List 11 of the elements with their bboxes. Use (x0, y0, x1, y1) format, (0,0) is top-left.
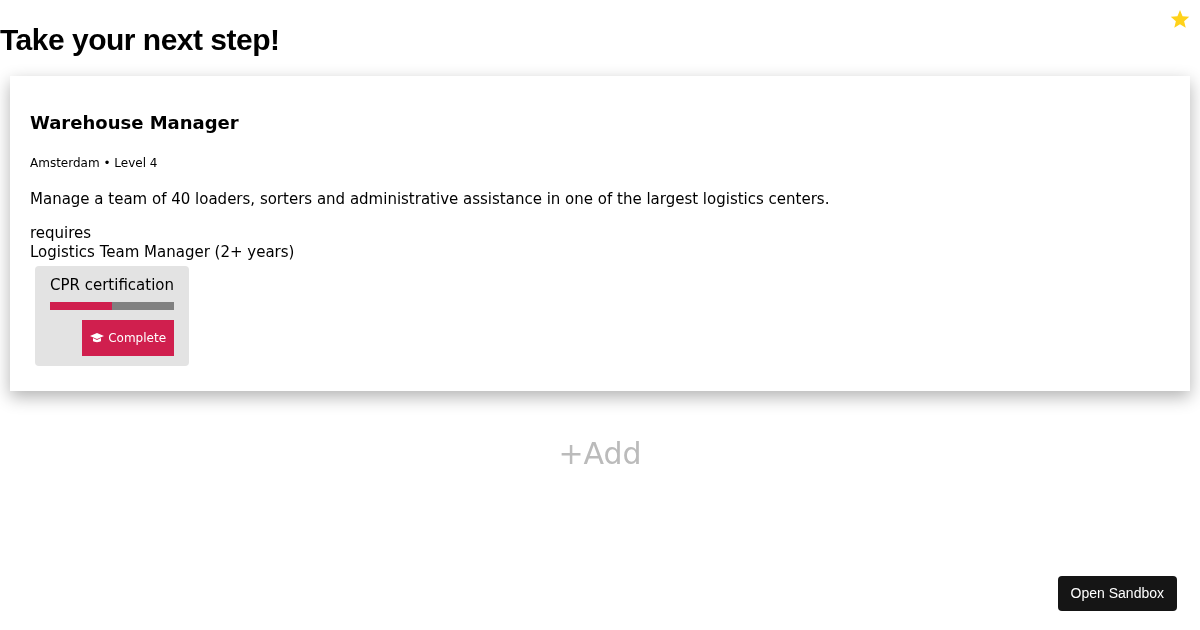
star-icon[interactable] (1170, 10, 1190, 29)
complete-button[interactable]: Complete (82, 319, 175, 356)
requirement-text: Logistics Team Manager (2+ years) (30, 243, 296, 263)
job-title: Warehouse Manager (30, 112, 240, 134)
skill-name: CPR certification (50, 275, 175, 297)
requires-label: requires (30, 224, 93, 244)
job-description: Manage a team of 40 loaders, sorters and administrative assistance in one of the largest logistics centers. (30, 188, 831, 210)
page-title: Take your next step! (0, 22, 280, 58)
graduation-cap-icon (90, 332, 105, 343)
open-sandbox-button[interactable]: Open Sandbox (1057, 576, 1177, 611)
job-meta: Amsterdam • Level 4 (30, 154, 159, 172)
